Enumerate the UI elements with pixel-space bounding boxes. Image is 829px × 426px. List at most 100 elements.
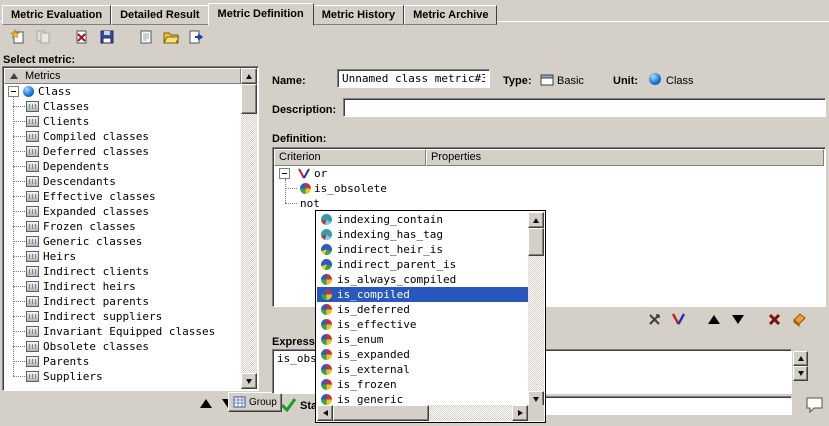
dropdown-item-is-deferred[interactable]: is_deferred [317, 302, 528, 317]
delete-criterion-button[interactable] [765, 310, 783, 328]
criterion-node-not[interactable]: not [274, 196, 824, 211]
dropdown-item-is-effective[interactable]: is_effective [317, 317, 528, 332]
criterion-icon [321, 274, 332, 285]
metric-icon [26, 341, 39, 352]
tab-detailed-result[interactable]: Detailed Result [111, 5, 208, 25]
swap-criterion-button[interactable] [645, 310, 663, 328]
metrics-column-header[interactable]: Metrics [4, 68, 241, 84]
tree-item-class[interactable]: Class [4, 84, 241, 99]
scroll-down-button[interactable] [241, 373, 257, 389]
tree-item-clients[interactable]: Clients [4, 114, 241, 129]
dropdown-item-indirect-parent-is[interactable]: indirect_parent_is [317, 257, 528, 272]
delete-metric-button[interactable] [69, 25, 94, 49]
new-metric-button[interactable] [5, 25, 30, 49]
group-button[interactable]: Group [228, 392, 282, 412]
tree-item-descendants[interactable]: Descendants [4, 174, 241, 189]
dropdown-scrollbar-corner [528, 405, 544, 421]
tree-item-indirect-clients[interactable]: Indirect clients [4, 264, 241, 279]
dropdown-scroll-left-button[interactable] [317, 405, 333, 421]
or-operator-icon [671, 313, 686, 326]
new-archive-button[interactable] [133, 25, 158, 49]
dropdown-scrollbar-thumb[interactable] [528, 228, 544, 256]
erase-definition-button[interactable] [789, 310, 807, 328]
dropdown-item-indirect-heir-is[interactable]: indirect_heir_is [317, 242, 528, 257]
metric-icon [26, 131, 39, 142]
name-input[interactable] [337, 69, 490, 88]
dropdown-item-is-expanded[interactable]: is_expanded [317, 347, 528, 362]
move-metric-up-button[interactable] [199, 396, 213, 410]
collapse-icon[interactable] [8, 86, 19, 97]
dropdown-item-is-always-compiled[interactable]: is_always_compiled [317, 272, 528, 287]
properties-column-header[interactable]: Properties [426, 149, 824, 166]
expression-scroll-down-button[interactable] [793, 366, 808, 381]
tree-item-parents[interactable]: Parents [4, 354, 241, 369]
copy-metric-icon [35, 29, 51, 45]
dropdown-scroll-up-button[interactable] [528, 212, 544, 228]
dropdown-item-is-external[interactable]: is_external [317, 362, 528, 377]
swap-icon [647, 312, 662, 327]
criterion-node-is-obsolete[interactable]: is_obsolete [274, 181, 824, 196]
tree-rail [285, 179, 286, 203]
dropdown-item-is-compiled-selected[interactable]: is_compiled [317, 287, 528, 302]
scrollbar-thumb[interactable] [241, 84, 257, 114]
metric-icon [26, 311, 39, 322]
move-criterion-up-button[interactable] [705, 310, 723, 328]
type-value: Basic [557, 75, 584, 87]
tab-metric-definition[interactable]: Metric Definition [208, 3, 314, 26]
metrics-scrollbar[interactable] [241, 68, 257, 389]
tree-item-generic-classes[interactable]: Generic classes [4, 234, 241, 249]
tree-item-invariant-equipped-classes[interactable]: Invariant Equipped classes [4, 324, 241, 339]
dropdown-vertical-scrollbar[interactable] [528, 212, 544, 407]
dropdown-item-is-frozen[interactable]: is_frozen [317, 377, 528, 392]
dropdown-hscrollbar-thumb[interactable] [333, 405, 429, 421]
criterion-node-or[interactable]: or [274, 166, 824, 181]
tab-metric-evaluation[interactable]: Metric Evaluation [2, 5, 111, 25]
metric-icon [26, 356, 39, 367]
export-archive-icon [188, 29, 204, 45]
tree-item-classes[interactable]: Classes [4, 99, 241, 114]
tree-item-indirect-suppliers[interactable]: Indirect suppliers [4, 309, 241, 324]
tree-item-indirect-parents[interactable]: Indirect parents [4, 294, 241, 309]
scroll-up-button[interactable] [241, 68, 257, 84]
tree-item-deferred-classes[interactable]: Deferred classes [4, 144, 241, 159]
copy-metric-button[interactable] [30, 25, 55, 49]
dropdown-horizontal-scrollbar[interactable] [317, 405, 528, 421]
description-input[interactable] [343, 98, 826, 117]
expression-scroll-up-button[interactable] [793, 351, 808, 366]
metric-icon [26, 161, 39, 172]
dropdown-scroll-right-button[interactable] [512, 405, 528, 421]
tree-item-expanded-classes[interactable]: Expanded classes [4, 204, 241, 219]
criterion-icon [321, 394, 332, 405]
export-archive-button[interactable] [183, 25, 208, 49]
open-archive-button[interactable] [158, 25, 183, 49]
expression-scrollbar [793, 351, 808, 381]
criterion-column-header[interactable]: Criterion [274, 149, 426, 166]
dropdown-item-is-enum[interactable]: is_enum [317, 332, 528, 347]
criterion-icon [321, 259, 332, 270]
tree-item-frozen-classes[interactable]: Frozen classes [4, 219, 241, 234]
basic-type-icon [540, 74, 554, 86]
metric-list: Metrics Class Classes Clients Compiled c… [2, 66, 259, 391]
tree-item-obsolete-classes[interactable]: Obsolete classes [4, 339, 241, 354]
sort-ascending-icon [10, 73, 18, 79]
or-operator-button[interactable] [669, 310, 687, 328]
tree-rail [13, 97, 14, 376]
eraser-icon [790, 311, 807, 327]
save-metric-button[interactable] [94, 25, 119, 49]
dropdown-item-indexing-contain[interactable]: indexing_contain [317, 212, 528, 227]
dropdown-item-indexing-has-tag[interactable]: indexing_has_tag [317, 227, 528, 242]
dropdown-item-is-generic[interactable]: is_generic [317, 392, 528, 405]
tree-item-heirs[interactable]: Heirs [4, 249, 241, 264]
collapse-icon[interactable] [279, 168, 290, 179]
comment-icon[interactable] [805, 396, 824, 414]
tree-item-indirect-heirs[interactable]: Indirect heirs [4, 279, 241, 294]
move-criterion-down-button[interactable] [729, 310, 747, 328]
metric-icon [26, 116, 39, 127]
tree-item-effective-classes[interactable]: Effective classes [4, 189, 241, 204]
tree-item-suppliers[interactable]: Suppliers [4, 369, 241, 384]
delete-criterion-icon [767, 312, 782, 327]
tab-metric-history[interactable]: Metric History [313, 5, 404, 25]
tree-item-dependents[interactable]: Dependents [4, 159, 241, 174]
tab-metric-archive[interactable]: Metric Archive [404, 5, 497, 25]
tree-item-compiled-classes[interactable]: Compiled classes [4, 129, 241, 144]
